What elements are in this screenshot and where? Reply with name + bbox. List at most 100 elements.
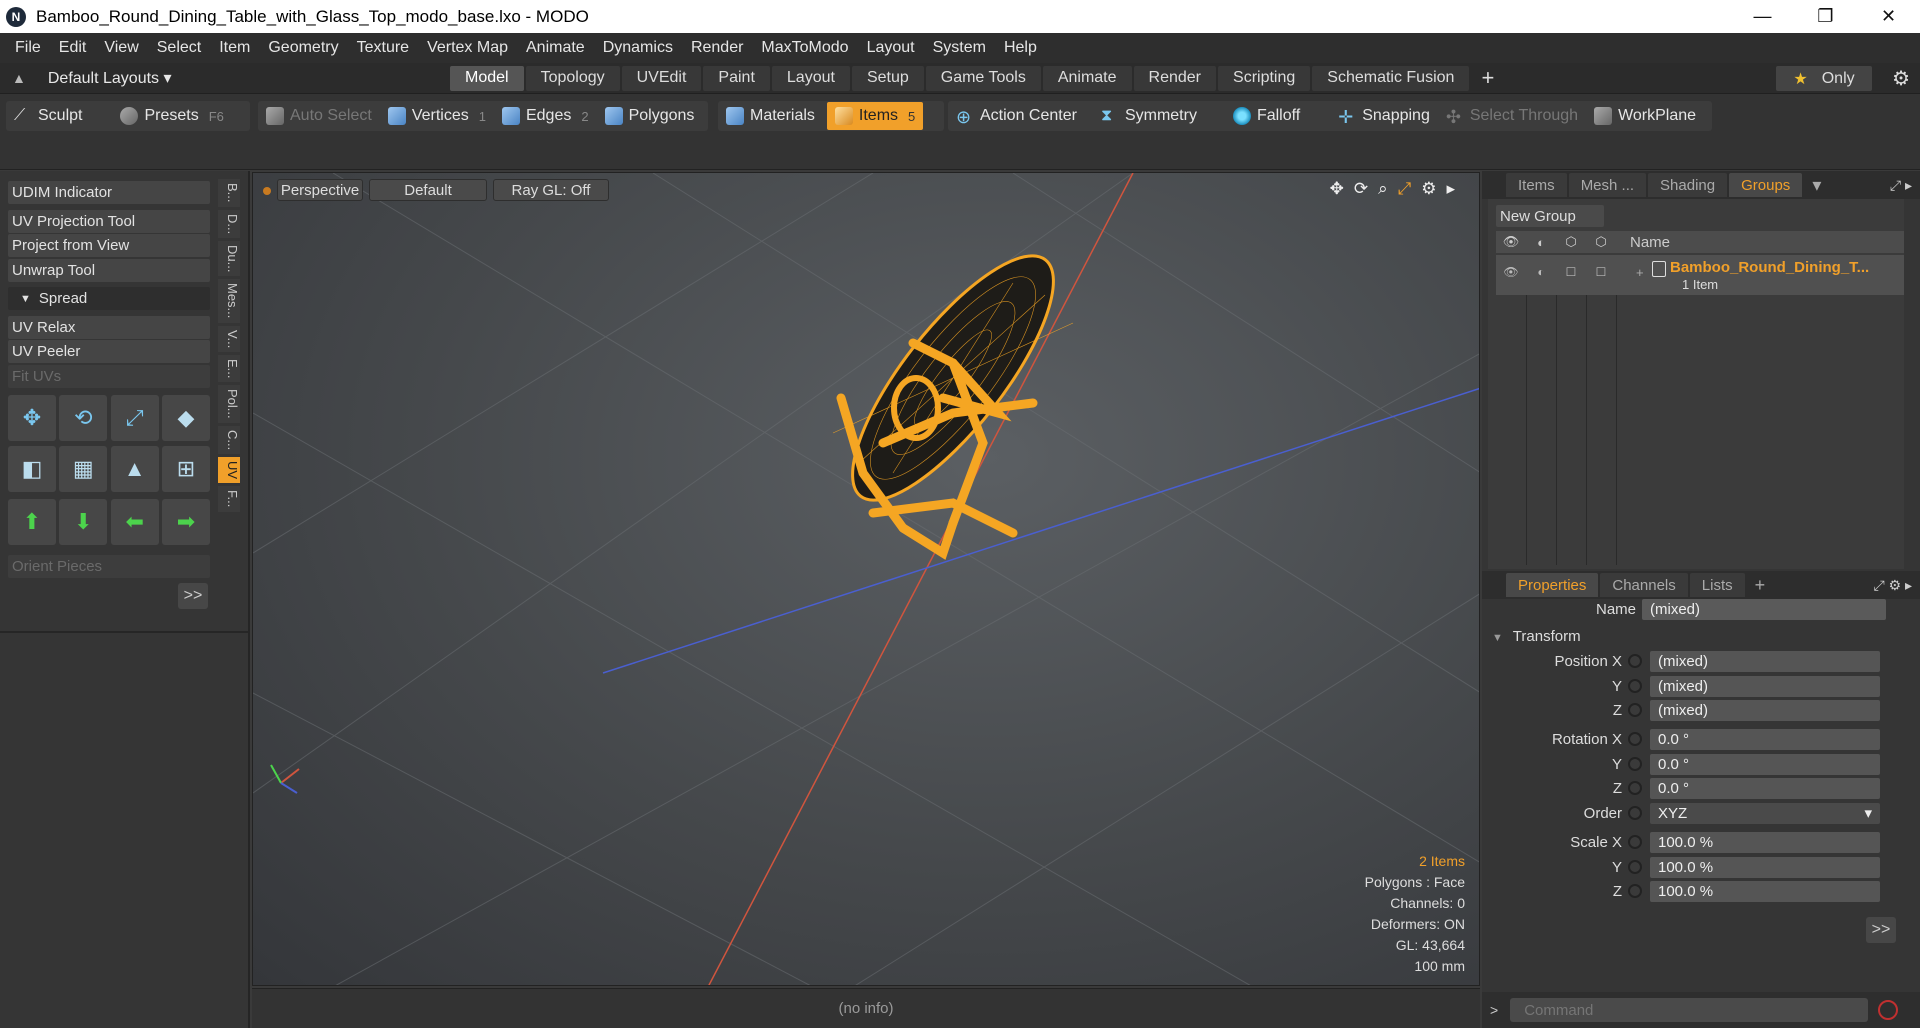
orbit-icon[interactable]: ⟳ [1354, 179, 1368, 199]
menu-vertex-map[interactable]: Vertex Map [418, 39, 517, 57]
tab-lists[interactable]: Lists [1689, 573, 1745, 597]
pan-icon[interactable]: ✥ [1330, 179, 1344, 199]
move-uv-icon[interactable]: ✥ [8, 395, 56, 441]
project-from-view-button[interactable]: Project from View [8, 234, 210, 257]
vtab-uv[interactable]: UV [218, 457, 240, 484]
name-field[interactable]: (mixed) [1642, 598, 1886, 620]
tab-schematic-fusion[interactable]: Schematic Fusion [1312, 65, 1470, 91]
group-row[interactable]: 👁 ◐ ☐ ☐ + Bamboo_Round_Dining_T... 1 Ite… [1496, 255, 1904, 295]
tab-model[interactable]: Model [450, 65, 524, 91]
keyframe-dot[interactable] [1628, 781, 1642, 795]
maximize-viewport-icon[interactable]: ⤢ [1398, 179, 1412, 199]
default-layouts-dropdown[interactable]: Default Layouts ▾ [48, 68, 172, 88]
close-button[interactable]: ✕ [1857, 0, 1920, 33]
row-lock-box[interactable]: ☐ [1556, 265, 1586, 279]
items-button[interactable]: Items 5 [826, 102, 924, 130]
keyframe-dot[interactable] [1628, 806, 1642, 820]
properties-more-button[interactable]: >> [1866, 917, 1896, 943]
menu-maxtomodo[interactable]: MaxToModo [752, 39, 857, 57]
materials-button[interactable]: Materials [718, 102, 823, 130]
vtab-d[interactable]: D... [218, 209, 240, 238]
select-icon[interactable]: ⬡ [1586, 234, 1616, 250]
uv-projection-tool-button[interactable]: UV Projection Tool [8, 210, 210, 233]
rotation-y-field[interactable]: 0.0 ° [1650, 753, 1880, 775]
orient-pieces-button[interactable]: Orient Pieces [8, 555, 210, 578]
name-column-header[interactable]: Name [1630, 234, 1670, 251]
keyframe-dot[interactable] [1628, 679, 1642, 693]
position-y-field[interactable]: (mixed) [1650, 675, 1880, 697]
add-tab-icon[interactable]: + [1755, 575, 1766, 596]
expand-more-button[interactable]: >> [178, 583, 208, 609]
tab-game-tools[interactable]: Game Tools [925, 65, 1041, 91]
tab-scripting[interactable]: Scripting [1218, 65, 1311, 91]
vtab-v[interactable]: V... [218, 325, 240, 352]
vtab-b[interactable]: B... [218, 179, 240, 207]
menu-select[interactable]: Select [148, 39, 210, 57]
shading-dropdown[interactable]: Default [369, 179, 487, 201]
menu-file[interactable]: File [6, 39, 50, 57]
uv-peeler-button[interactable]: UV Peeler [8, 340, 210, 363]
row-render-icon[interactable]: ◐ [1526, 265, 1556, 279]
order-dropdown[interactable]: XYZ ▾ [1650, 802, 1880, 824]
lock-icon[interactable]: ⬡ [1556, 234, 1586, 250]
arrow-right-icon[interactable]: ➡ [161, 499, 210, 545]
record-icon[interactable] [1878, 1000, 1899, 1020]
position-x-field[interactable]: (mixed) [1650, 650, 1880, 672]
tab-paint[interactable]: Paint [703, 65, 770, 91]
3d-viewport[interactable]: Perspective Default Ray GL: Off ✥ ⟳ ⌕ ⤢ … [252, 172, 1480, 986]
vtab-f[interactable]: F... [218, 486, 240, 512]
tab-topology[interactable]: Topology [525, 65, 620, 91]
vtab-e[interactable]: E... [218, 354, 240, 383]
menu-layout[interactable]: Layout [858, 39, 924, 57]
panel-expand-icon[interactable]: ⤢ ▸ [1890, 177, 1912, 194]
snapping-button[interactable]: ✛ Snapping [1330, 102, 1438, 130]
cube-uv-icon[interactable]: ◆ [161, 395, 210, 441]
command-arrow-icon[interactable]: > [1490, 1002, 1498, 1018]
unwrap-tool-button[interactable]: Unwrap Tool [8, 259, 210, 282]
maximize-button[interactable]: ❐ [1794, 0, 1857, 33]
tab-channels[interactable]: Channels [1600, 573, 1688, 597]
keyframe-dot[interactable] [1628, 703, 1642, 717]
scale-z-field[interactable]: 100.0 % [1650, 880, 1880, 902]
udim-indicator-button[interactable]: UDIM Indicator [8, 181, 210, 204]
minimize-button[interactable]: — [1731, 0, 1794, 33]
arrow-left-icon[interactable]: ⬅ [110, 499, 159, 545]
menu-item[interactable]: Item [210, 39, 259, 57]
rotation-x-field[interactable]: 0.0 ° [1650, 728, 1880, 750]
vtab-du[interactable]: Du... [218, 240, 240, 277]
row-select-box[interactable]: ☐ [1586, 265, 1616, 279]
tab-uvedit[interactable]: UVEdit [621, 65, 702, 91]
pyramid-uv-icon[interactable]: ▲ [110, 446, 159, 492]
gear-icon[interactable]: ⚙ [1892, 66, 1910, 91]
arrow-down-icon[interactable]: ⬇ [59, 499, 108, 545]
transform-section[interactable]: ▼ Transform [1492, 628, 1581, 645]
zoom-icon[interactable]: ⌕ [1378, 179, 1388, 199]
edges-button[interactable]: Edges 2 [494, 102, 597, 130]
scale-uv-icon[interactable]: ⤢ [110, 395, 159, 441]
position-z-field[interactable]: (mixed) [1650, 699, 1880, 721]
viewport-settings-icon[interactable]: ⚙ [1421, 179, 1436, 199]
visibility-eye-icon[interactable]: 👁 [1496, 234, 1526, 250]
play-icon[interactable]: ▸ [1446, 179, 1455, 199]
new-group-button[interactable]: New Group [1496, 205, 1604, 227]
presets-button[interactable]: Presets F6 [112, 102, 231, 130]
only-button[interactable]: ★ Only [1776, 66, 1872, 91]
tab-layout[interactable]: Layout [771, 65, 850, 91]
vtab-pol[interactable]: Pol... [218, 385, 240, 424]
tab-render[interactable]: Render [1133, 65, 1217, 91]
vtab-mes[interactable]: Mes... [218, 279, 240, 323]
expand-plus-icon[interactable]: + [1636, 265, 1644, 280]
tab-properties[interactable]: Properties [1506, 573, 1599, 597]
menu-geometry[interactable]: Geometry [259, 39, 347, 57]
scale-y-field[interactable]: 100.0 % [1650, 856, 1880, 878]
menu-edit[interactable]: Edit [50, 39, 96, 57]
raygl-dropdown[interactable]: Ray GL: Off [493, 179, 609, 201]
row-eye-icon[interactable]: 👁 [1496, 265, 1526, 279]
tab-setup[interactable]: Setup [851, 65, 924, 91]
auto-select-button[interactable]: Auto Select [258, 102, 380, 130]
vertices-button[interactable]: Vertices 1 [380, 102, 494, 130]
action-center-button[interactable]: ⊕ Action Center [948, 102, 1085, 130]
tab-items[interactable]: Items [1506, 173, 1567, 197]
cylinder-uv-icon[interactable]: ◧ [8, 446, 56, 492]
planar-uv-icon[interactable]: ▦ [59, 446, 108, 492]
